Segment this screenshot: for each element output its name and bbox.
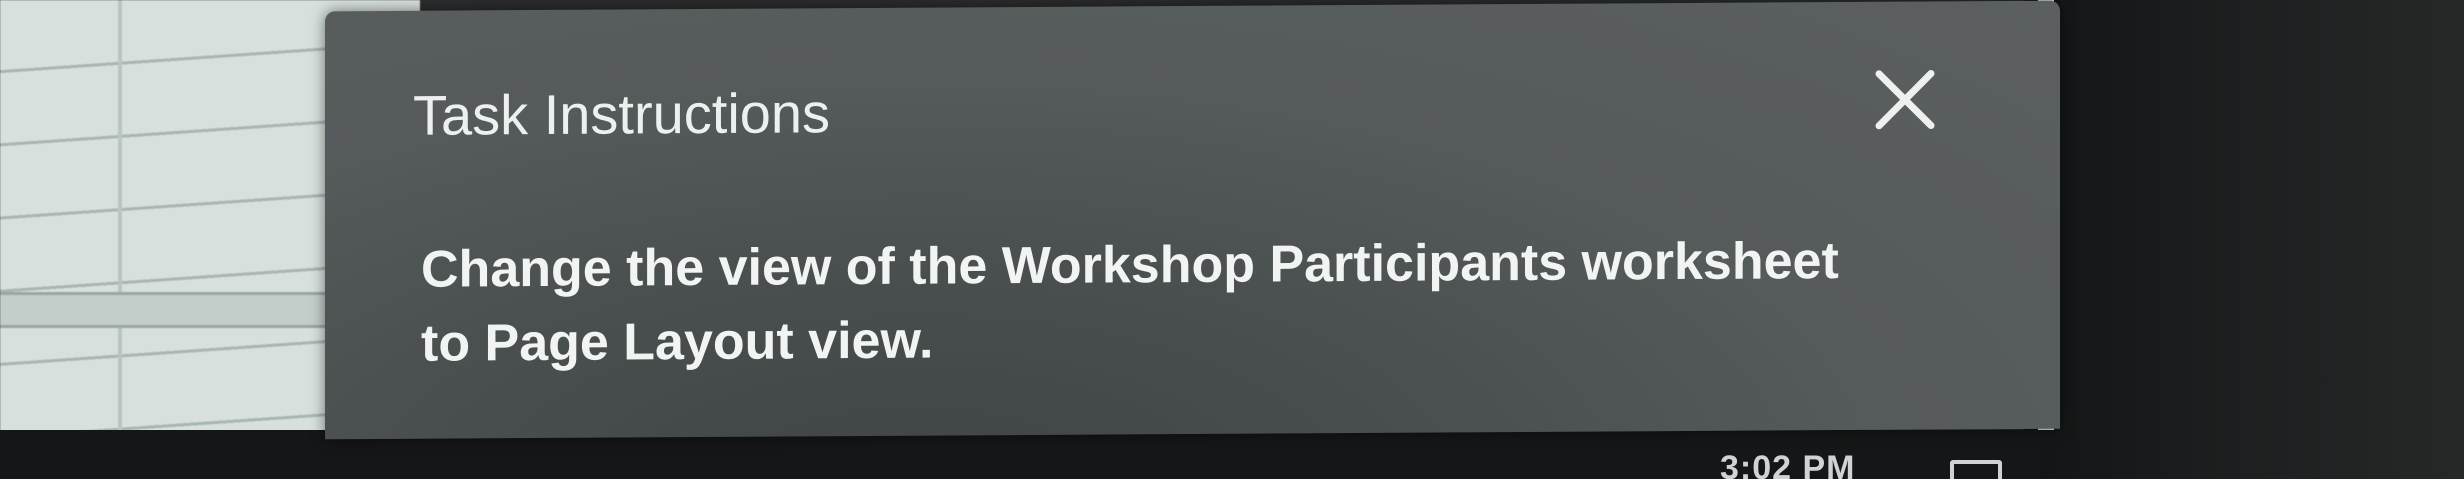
screen: 3:02 PM Task Instructions Change the vie… — [0, 0, 2464, 479]
panel-title: Task Instructions — [413, 81, 831, 147]
close-button[interactable] — [1865, 59, 1945, 139]
task-instructions-text: Change the view of the Workshop Particip… — [421, 223, 1981, 381]
instruction-line-1: Change the view of the Workshop Particip… — [421, 232, 1839, 299]
instruction-line-2: to Page Layout view. — [421, 311, 934, 373]
close-icon — [1875, 69, 1935, 130]
taskbar-clock[interactable]: 3:02 PM — [1720, 449, 1856, 479]
notification-icon[interactable] — [1950, 460, 2002, 479]
task-instructions-panel: Task Instructions Change the view of the… — [325, 0, 2060, 440]
monitor-bezel — [2024, 0, 2464, 479]
